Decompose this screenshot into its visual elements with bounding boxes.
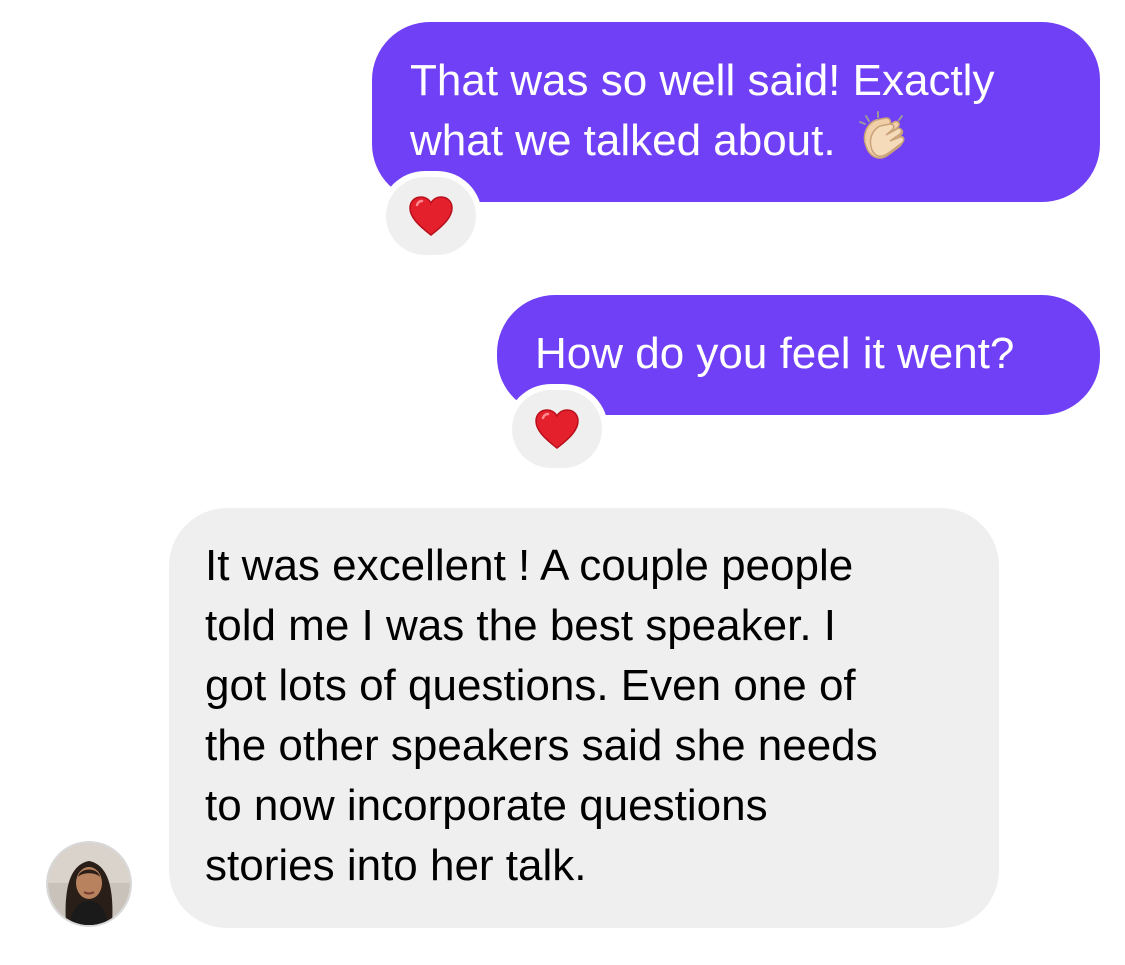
sender-avatar[interactable]: [48, 843, 130, 925]
message-text-line: It was excellent ! A couple people: [205, 541, 854, 590]
heart-icon: [409, 196, 453, 236]
avatar-photo: [48, 843, 130, 925]
clapping-hands-icon: [852, 110, 910, 168]
message-text-line: what we talked about.: [410, 111, 1100, 171]
message-thread: That was so well said! Exactly what we t…: [0, 0, 1125, 965]
message-text-line: stories into her talk.: [205, 841, 587, 890]
message-text-line: How do you feel it went?: [535, 329, 1015, 378]
message-reaction[interactable]: [386, 177, 476, 255]
message-text-line: told me I was the best speaker. I: [205, 601, 836, 650]
message-text-line: got lots of questions. Even one of: [205, 661, 856, 710]
message-text-line: to now incorporate questions: [205, 781, 768, 830]
sent-message-bubble[interactable]: How do you feel it went?: [497, 295, 1100, 415]
message-reaction[interactable]: [512, 390, 602, 468]
message-text: what we talked about.: [410, 116, 836, 165]
message-text-line: the other speakers said she needs: [205, 721, 878, 770]
sent-message-bubble[interactable]: That was so well said! Exactly what we t…: [372, 22, 1100, 202]
received-message-bubble[interactable]: It was excellent ! A couple people told …: [169, 508, 999, 928]
heart-icon: [535, 409, 579, 449]
message-text-line: That was so well said! Exactly: [410, 56, 995, 105]
